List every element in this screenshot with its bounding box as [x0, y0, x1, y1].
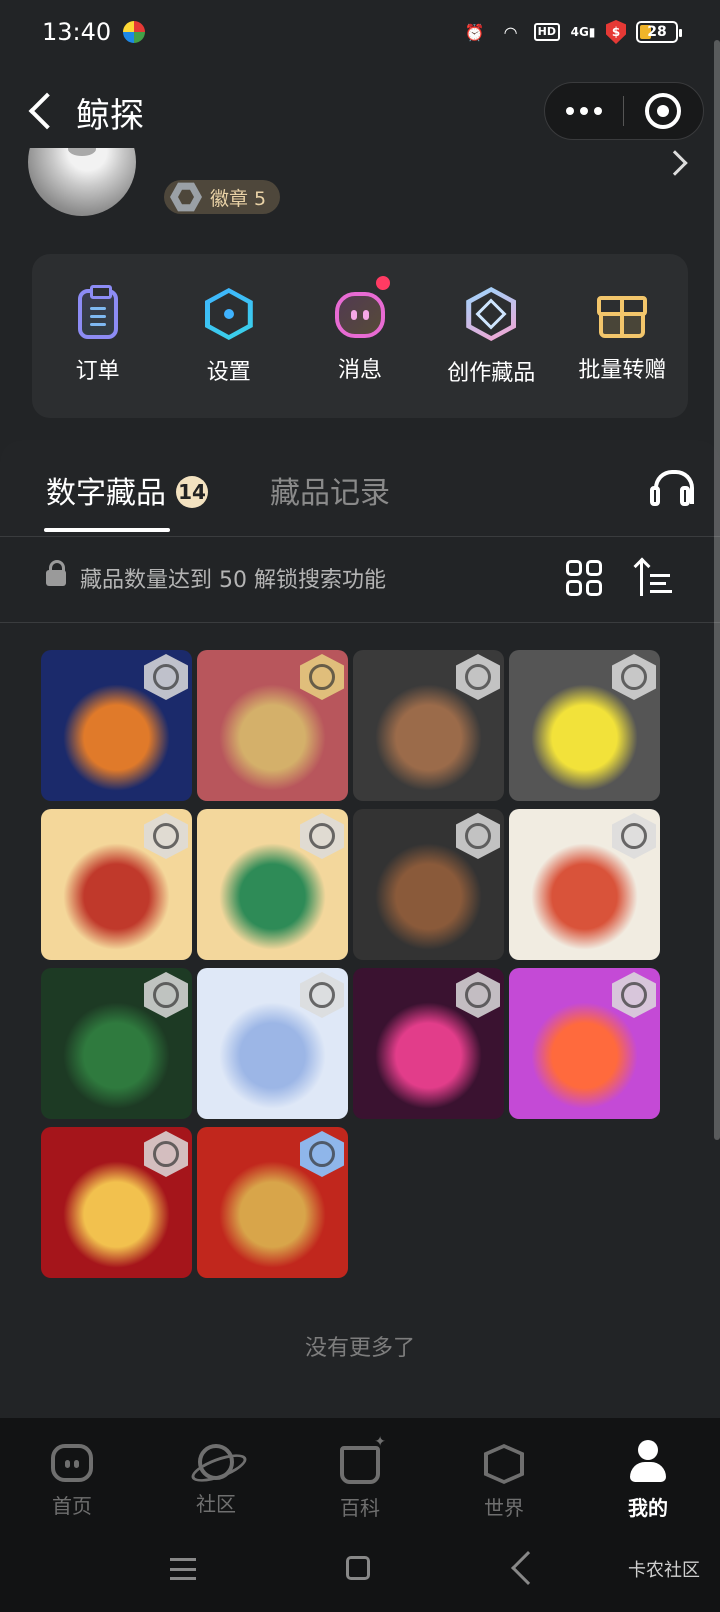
back-arrow-icon[interactable]: [22, 92, 62, 132]
create-hexagon-icon: [466, 287, 517, 341]
quick-action-orders[interactable]: 订单: [32, 254, 163, 418]
chevron-right-icon[interactable]: [662, 150, 688, 176]
settings-hexagon-icon: [204, 288, 253, 340]
bottom-tab-home[interactable]: 首页: [0, 1418, 144, 1530]
collectible-count-badge: 14: [176, 476, 208, 508]
app-notification-icon: [123, 21, 146, 43]
signal-icon: 4G ▮: [570, 25, 596, 39]
collectible-koi-fish[interactable]: [509, 809, 660, 960]
username-clipped: [162, 148, 502, 158]
profile-header[interactable]: 徽章 5: [0, 148, 720, 228]
bottom-tab-me[interactable]: 我的: [576, 1418, 720, 1530]
tab-digital-collectibles[interactable]: 数字藏品 14: [46, 468, 208, 512]
bottom-tab-bar: 首页 社区 百科 世界 我的: [0, 1418, 720, 1530]
back-triangle-icon[interactable]: [511, 1551, 545, 1585]
badge-label: 徽章 5: [210, 187, 267, 210]
quick-action-settings[interactable]: 设置: [163, 254, 294, 418]
collectible-walnut[interactable]: [353, 809, 504, 960]
close-miniprogram-button[interactable]: [624, 93, 704, 129]
badge-hexagon-icon: [170, 182, 202, 212]
target-icon: [645, 93, 682, 129]
quick-action-label: 订单: [75, 359, 120, 384]
collectible-caishen-red[interactable]: [41, 1127, 192, 1278]
battery-icon: 28: [636, 21, 682, 43]
active-tab-indicator: [44, 528, 170, 532]
page-title: 鲸探: [76, 96, 144, 136]
avatar[interactable]: [28, 148, 136, 216]
unread-dot: [373, 274, 392, 292]
collectible-wood-beads[interactable]: [353, 650, 504, 801]
badge-count-pill[interactable]: 徽章 5: [164, 180, 281, 214]
grid-view-icon[interactable]: [566, 560, 602, 596]
quick-action-create[interactable]: 创作藏品: [426, 254, 557, 418]
collectible-racing-helmet[interactable]: [353, 968, 504, 1119]
planet-icon: [198, 1444, 234, 1480]
status-icons: ⏰ ◠ HD 4G ▮ $ 28: [462, 20, 682, 44]
bottom-tab-label: 百科: [340, 1496, 380, 1520]
more-options-button[interactable]: [545, 107, 623, 115]
end-of-list-text: 没有更多了: [304, 1336, 415, 1361]
collection-tabs: 数字藏品 14 藏品记录: [0, 440, 720, 536]
collectible-caishen-single[interactable]: [197, 809, 348, 960]
collectible-caishen-group[interactable]: [41, 809, 192, 960]
tab-collection-records[interactable]: 藏品记录: [270, 468, 390, 512]
quick-action-label: 设置: [206, 360, 251, 385]
home-face-icon: [51, 1444, 93, 1482]
collectible-basketball-badge[interactable]: [41, 650, 192, 801]
gift-icon: [597, 296, 648, 338]
bottom-tab-encyclopedia[interactable]: 百科: [288, 1418, 432, 1530]
quick-action-label: 批量转赠: [578, 358, 667, 383]
encyclopedia-icon: [340, 1434, 386, 1484]
box-icon: [484, 1444, 524, 1484]
home-square-icon[interactable]: [346, 1556, 370, 1580]
sort-icon[interactable]: [633, 557, 674, 600]
nav-bar: 鲸探: [0, 74, 720, 148]
collectible-tianguan-cifu[interactable]: [197, 650, 348, 801]
message-face-icon: [335, 292, 385, 338]
collectible-fu-character[interactable]: [197, 1127, 348, 1278]
bottom-tab-community[interactable]: 社区: [144, 1418, 288, 1530]
tab-label: 藏品记录: [270, 476, 390, 511]
wifi-icon: ◠: [503, 22, 518, 42]
status-time: 13:40: [42, 18, 112, 46]
collectible-white-tiger[interactable]: [197, 968, 348, 1119]
system-nav-bar: 卡农社区: [0, 1530, 720, 1612]
user-icon: [626, 1440, 670, 1484]
quick-actions-card: 订单 设置 消息 创作藏品 批量转赠: [32, 254, 688, 418]
scrollbar[interactable]: [714, 40, 720, 1140]
menu-icon[interactable]: [170, 1558, 196, 1580]
divider: [0, 536, 720, 537]
divider: [0, 622, 720, 623]
collectible-snooker-table[interactable]: [41, 968, 192, 1119]
watermark-text: 卡农社区: [628, 1560, 700, 1581]
clipboard-icon: [77, 285, 118, 339]
unlock-hint-row: 藏品数量达到 50 解锁搜索功能: [0, 538, 720, 622]
collectible-red-bird[interactable]: [509, 968, 660, 1119]
collectible-zheba-logo[interactable]: [509, 650, 660, 801]
miniprogram-capsule: [544, 82, 704, 140]
quick-action-batch-transfer[interactable]: 批量转赠: [557, 254, 688, 418]
alarm-icon: ⏰: [464, 22, 485, 42]
bottom-tab-label: 世界: [484, 1496, 524, 1520]
collectibles-grid: [41, 650, 681, 1278]
customer-service-headset-icon[interactable]: [650, 470, 694, 510]
unlock-hint-text: 藏品数量达到 50 解锁搜索功能: [80, 568, 386, 593]
quick-action-label: 创作藏品: [447, 361, 536, 386]
hd-icon: HD: [533, 23, 560, 41]
quick-action-label: 消息: [338, 358, 383, 383]
status-bar: 13:40 ⏰ ◠ HD 4G ▮ $ 28: [0, 0, 720, 64]
bottom-tab-label: 我的: [628, 1496, 668, 1520]
bottom-tab-label: 社区: [196, 1492, 236, 1516]
quick-action-messages[interactable]: 消息: [294, 254, 425, 418]
shield-icon: $: [606, 20, 626, 44]
bottom-tab-label: 首页: [52, 1494, 92, 1518]
tab-label: 数字藏品: [46, 476, 166, 511]
bottom-tab-world[interactable]: 世界: [432, 1418, 576, 1530]
lock-icon: [46, 560, 66, 586]
